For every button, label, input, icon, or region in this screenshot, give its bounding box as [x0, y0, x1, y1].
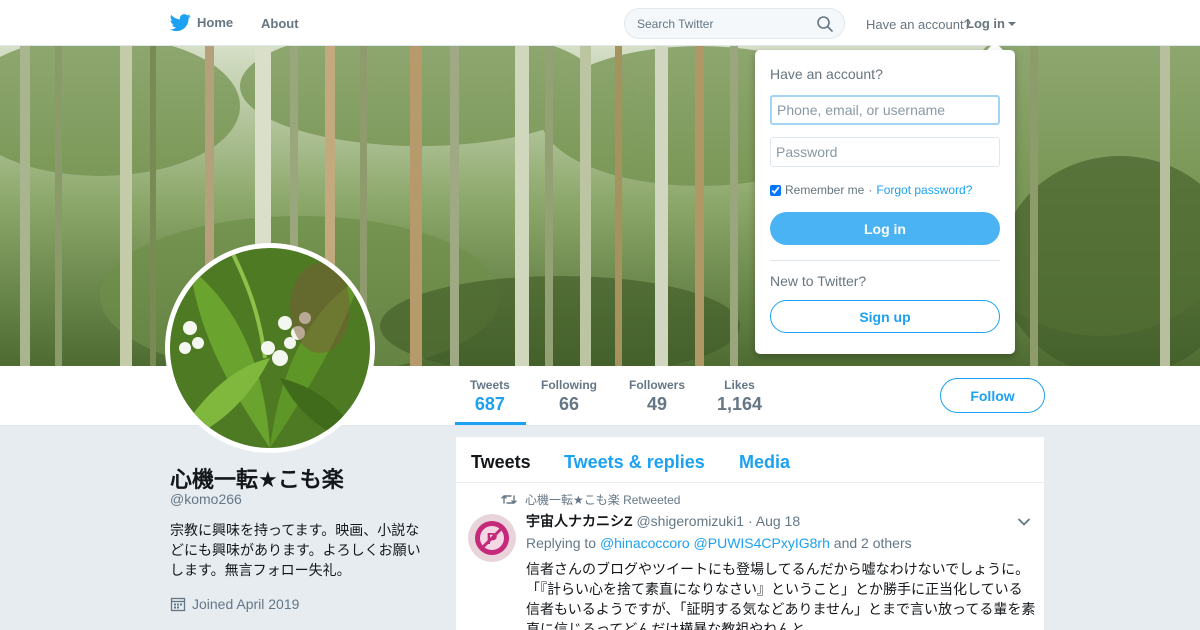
tweet-author-name[interactable]: 宇宙人ナカニシZ [526, 513, 633, 529]
chevron-down-icon[interactable] [1017, 515, 1031, 529]
profile-name[interactable]: 心機一転★こも楽 [170, 462, 344, 494]
top-navigation: Home About Have an account? Log in [0, 0, 1200, 46]
have-account-text: Have an account? [866, 17, 971, 32]
remember-me: Remember me · Forgot password? [770, 183, 972, 197]
reply-others-link[interactable]: and 2 others [834, 535, 912, 551]
stat-value: 1,164 [717, 394, 763, 414]
avatar-image [170, 248, 370, 448]
twitter-bird-icon [170, 14, 191, 32]
stat-followers[interactable]: Followers 49 [629, 378, 685, 415]
retweeted-by-text[interactable]: 心機一転★こも楽 Retweeted [525, 491, 680, 508]
tweet-date[interactable]: Aug 18 [756, 513, 800, 529]
nav-about-link[interactable]: About [261, 16, 299, 31]
dropdown-divider [770, 260, 1000, 261]
remember-separator: · [868, 183, 873, 197]
search-icon[interactable] [816, 15, 834, 33]
joined-text: Joined April 2019 [192, 596, 300, 612]
reply-mention-link[interactable]: @PUWIS4CPxyIG8rh [694, 535, 830, 551]
stat-label: Following [541, 378, 597, 392]
dropdown-title: Have an account? [770, 66, 883, 82]
login-dropdown: Have an account? Remember me · Forgot pa… [755, 50, 1015, 354]
signup-button[interactable]: Sign up [770, 300, 1000, 333]
search-input[interactable] [625, 9, 805, 38]
dropdown-caret [987, 42, 1003, 50]
stat-likes[interactable]: Likes 1,164 [717, 378, 762, 415]
tweet[interactable]: 心機一転★こも楽 Retweeted P 宇宙人ナカニシZ @shigeromi… [456, 437, 1044, 630]
retweet-icon [501, 495, 517, 504]
profile-avatar[interactable] [165, 243, 375, 453]
forgot-password-link[interactable]: Forgot password? [876, 183, 972, 197]
profile-handle[interactable]: @komo266 [170, 491, 242, 507]
stat-following[interactable]: Following 66 [541, 378, 597, 415]
username-field[interactable] [770, 95, 1000, 125]
stat-label: Likes [724, 378, 755, 392]
login-toggle-label: Log in [966, 16, 1005, 31]
tweet-author-handle[interactable]: @shigeromizuki1 [636, 513, 744, 529]
stat-value: 66 [558, 394, 580, 414]
remember-me-label[interactable]: Remember me [785, 183, 864, 197]
stat-tweets[interactable]: Tweets 687 [470, 378, 510, 415]
stat-value: 687 [474, 394, 505, 414]
stat-label: Followers [629, 378, 686, 392]
calendar-icon [170, 597, 186, 612]
search-box [624, 8, 845, 39]
reply-mention-link[interactable]: @hinacoccoro [600, 535, 690, 551]
caret-down-icon [1008, 21, 1016, 26]
tweet-header: 宇宙人ナカニシZ @shigeromizuki1 · Aug 18 [526, 511, 800, 531]
retweet-context: 心機一転★こも楽 Retweeted [501, 491, 680, 508]
password-field[interactable] [770, 137, 1000, 167]
follow-button[interactable]: Follow [940, 378, 1045, 413]
remember-me-checkbox[interactable] [770, 184, 781, 196]
replying-to-label: Replying to [526, 535, 597, 551]
stat-value: 49 [646, 394, 668, 414]
tweet-replying-to: Replying to @hinacoccoro @PUWIS4CPxyIG8r… [526, 535, 912, 551]
tweet-author-avatar[interactable]: P [468, 514, 516, 562]
active-stat-underline [455, 422, 526, 425]
profile-joined: Joined April 2019 [170, 596, 299, 612]
tweet-separator: · [747, 513, 753, 529]
nav-home[interactable]: Home [170, 12, 233, 33]
nav-home-label: Home [197, 15, 234, 30]
login-dropdown-toggle[interactable]: Log in [966, 16, 1016, 31]
stat-label: Tweets [470, 378, 510, 392]
login-button[interactable]: Log in [770, 212, 1000, 245]
profile-bio: 宗教に興味を持ってます。映画、小説などにも興味があります。よろしくお願いします。… [170, 522, 421, 578]
tweet-text: 信者さんのブログやツイートにも登場してるんだから嘘なわけないでしょうに。「『計ら… [526, 561, 1036, 630]
new-to-twitter-text: New to Twitter? [770, 273, 867, 289]
